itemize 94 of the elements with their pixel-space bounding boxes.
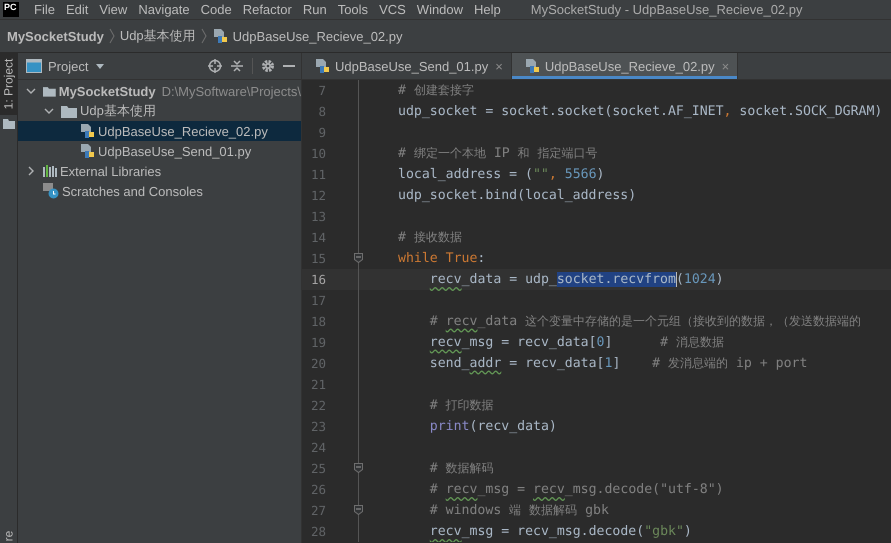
tree-item[interactable]: External Libraries bbox=[18, 161, 301, 181]
code-line: udp_socket.bind(local_address) bbox=[398, 188, 636, 203]
folder-icon bbox=[2, 119, 14, 129]
collapse-icon[interactable] bbox=[230, 59, 244, 73]
python-file-icon bbox=[314, 58, 330, 74]
panel-title[interactable]: Project bbox=[48, 58, 88, 74]
python-file-icon bbox=[212, 28, 228, 44]
breadcrumb[interactable]: MySocketStudy bbox=[7, 28, 104, 44]
line-number: 8 bbox=[317, 104, 327, 119]
line-number: 24 bbox=[310, 440, 327, 455]
code-line: # 数据解码 bbox=[430, 460, 494, 476]
dropdown-caret-icon[interactable] bbox=[96, 64, 104, 68]
line-number: 14 bbox=[310, 230, 327, 245]
menu-item[interactable]: File bbox=[29, 2, 61, 17]
tree-item[interactable]: MySocketStudy D:\MySoftware\Projects\ bbox=[18, 81, 301, 101]
line-number: 27 bbox=[310, 503, 327, 518]
line-number: 17 bbox=[310, 293, 327, 308]
python-file-icon bbox=[79, 143, 95, 159]
line-number: 20 bbox=[310, 356, 327, 371]
menu-item[interactable]: Edit bbox=[60, 2, 94, 17]
menu-item[interactable]: Help bbox=[469, 2, 507, 17]
chevron-icon bbox=[200, 28, 207, 44]
line-number: 10 bbox=[310, 146, 327, 161]
code-line: # 创建套接字 bbox=[398, 82, 474, 98]
folder-icon bbox=[43, 84, 56, 98]
menu-item[interactable]: Navigate bbox=[133, 2, 196, 17]
menu-item[interactable]: Code bbox=[196, 2, 238, 17]
code-line: recv_msg = recv_msg.decode("gbk") bbox=[430, 524, 692, 539]
tree-label: UdpBaseUse_Recieve_02.py bbox=[98, 124, 268, 138]
code-line: udp_socket = socket.socket(socket.AF_INET, socket.SOCK_DGRAM) bbox=[398, 104, 882, 119]
code-line: # 接收数据 bbox=[398, 230, 462, 246]
code-line: local_address = ("", 5566) bbox=[398, 167, 604, 182]
tree-label: External Libraries bbox=[60, 164, 162, 178]
code-line: send_addr = recv_data[1] # 发消息端的 ip + port bbox=[430, 356, 808, 372]
code-line: recv_msg = recv_data[0] # 消息数据 bbox=[430, 334, 724, 350]
menu-item[interactable]: View bbox=[94, 2, 134, 17]
gear-icon[interactable] bbox=[261, 59, 275, 73]
window-title: MySocketStudy - UdpBaseUse_Recieve_02.py bbox=[530, 2, 802, 17]
line-number: 23 bbox=[310, 419, 327, 434]
tree-label: Udp基本使用 bbox=[80, 102, 156, 120]
tool-window-button[interactable]: 1: Project bbox=[0, 53, 17, 115]
tree-label: Scratches and Consoles bbox=[62, 184, 203, 198]
fold-marker-icon[interactable] bbox=[354, 463, 363, 473]
fold-marker-icon[interactable] bbox=[354, 505, 363, 515]
line-number: 21 bbox=[310, 377, 327, 392]
library-icon bbox=[43, 165, 57, 177]
line-number: 13 bbox=[310, 209, 327, 224]
menu-item[interactable]: Refactor bbox=[238, 2, 298, 17]
chevron-icon bbox=[108, 28, 115, 44]
app-logo: PC bbox=[3, 2, 19, 17]
code-line: print(recv_data) bbox=[430, 419, 557, 434]
line-number: 11 bbox=[310, 167, 327, 182]
line-number: 9 bbox=[317, 125, 327, 140]
line-number: 16 bbox=[310, 272, 327, 287]
folder-icon bbox=[61, 104, 77, 118]
project-path: D:\MySoftware\Projects\ bbox=[162, 84, 301, 98]
line-number: 25 bbox=[310, 461, 327, 476]
python-file-icon bbox=[524, 58, 540, 74]
code-line: # windows 端 数据解码 gbk bbox=[430, 502, 609, 518]
line-number: 19 bbox=[310, 335, 327, 350]
code-line: # recv_data 这个变量中存储的是一个元组（接收到的数据，（发送数据端的 bbox=[430, 314, 862, 330]
code-line: # 绑定一个本地 IP 和 指定端口号 bbox=[398, 146, 598, 162]
editor-tab[interactable]: UdpBaseUse_Recieve_02.py × bbox=[512, 53, 738, 79]
close-tab-button[interactable]: × bbox=[495, 58, 503, 74]
code-line: while True: bbox=[398, 251, 486, 266]
fold-marker-icon[interactable] bbox=[354, 253, 363, 263]
editor-tab[interactable]: UdpBaseUse_Send_01.py × bbox=[302, 53, 512, 79]
tree-label: UdpBaseUse_Send_01.py bbox=[98, 144, 252, 158]
menu-item[interactable]: Run bbox=[298, 2, 333, 17]
python-file-icon bbox=[79, 123, 95, 139]
code-line: # 打印数据 bbox=[430, 398, 494, 414]
tree-item[interactable]: UdpBaseUse_Recieve_02.py bbox=[18, 121, 301, 141]
breadcrumb[interactable]: Udp基本使用 bbox=[120, 27, 196, 45]
line-number: 12 bbox=[310, 188, 327, 203]
line-number: 7 bbox=[317, 83, 327, 98]
panel-icon bbox=[26, 59, 42, 73]
tree-item[interactable]: Scratches and Consoles bbox=[18, 181, 301, 201]
tree-label: MySocketStudy bbox=[58, 84, 156, 98]
menu-item[interactable]: VCS bbox=[374, 2, 412, 17]
tree-item[interactable]: Udp基本使用 bbox=[18, 101, 301, 121]
tool-window-button[interactable]: re bbox=[0, 529, 17, 543]
line-number: 26 bbox=[310, 482, 327, 497]
line-number: 22 bbox=[310, 398, 327, 413]
menu-item[interactable]: Tools bbox=[332, 2, 374, 17]
code-line: recv_data = udp_socket.recvfrom(1024) bbox=[430, 272, 724, 287]
scratches-icon bbox=[43, 183, 59, 199]
menu-item[interactable]: Window bbox=[412, 2, 470, 17]
tree-item[interactable]: UdpBaseUse_Send_01.py bbox=[18, 141, 301, 161]
line-number: 28 bbox=[310, 524, 327, 539]
line-number: 15 bbox=[310, 251, 327, 266]
code-line: # recv_msg = recv_msg.decode("utf-8") bbox=[430, 482, 724, 497]
line-number: 18 bbox=[310, 314, 327, 329]
breadcrumb[interactable]: UdpBaseUse_Recieve_02.py bbox=[232, 28, 402, 44]
locate-icon[interactable] bbox=[208, 59, 222, 73]
